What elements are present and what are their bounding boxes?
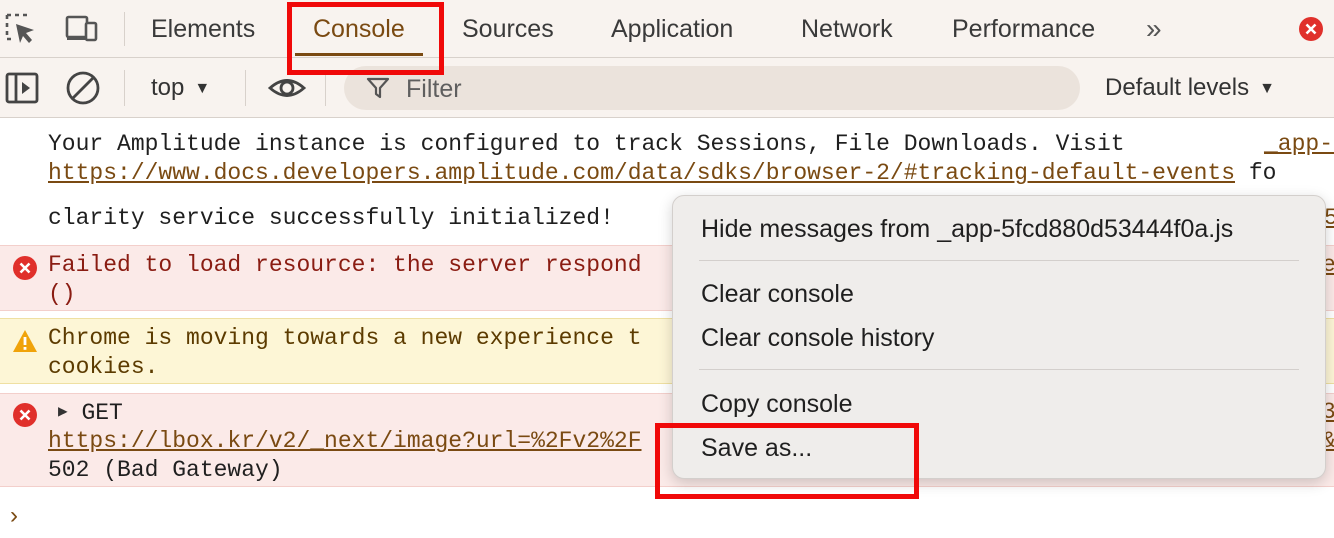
message-text: 502 (Bad Gateway) [48,457,283,483]
log-levels-label: Default levels [1105,74,1250,101]
expand-triangle-icon: ▶ [58,403,68,421]
message-text: clarity service successfully initialized… [48,205,614,231]
device-toolbar-icon[interactable] [64,12,98,46]
error-count-icon[interactable] [1298,16,1324,42]
clear-console-icon[interactable] [64,69,102,107]
context-selector[interactable]: top ▼ [151,72,210,105]
menu-item-clear-console-history[interactable]: Clear console history [701,322,934,354]
message-text-tail: fo [1248,160,1277,186]
log-levels-dropdown[interactable]: Default levels ▼ [1105,72,1275,105]
message-line: https://lbox.kr/v2/_next/image?url=%2Fv2… [48,427,642,456]
menu-item-hide-messages[interactable]: Hide messages from _app-5fcd880d53444f0a… [701,213,1233,245]
context-selector-label: top [151,74,185,101]
toolbar-separator [325,70,326,106]
error-icon [12,255,38,281]
message-expand-toggle[interactable]: ▶ GET [58,398,123,428]
console-toolbar: top ▼ Default levels ▼ [0,58,1334,118]
more-tabs-icon[interactable]: » [1146,14,1162,44]
tab-application[interactable]: Application [611,0,733,58]
sidebar-toggle-icon[interactable] [4,69,42,107]
menu-separator [699,369,1299,370]
inspect-element-icon[interactable] [4,12,38,46]
annotation-box-save-as [655,423,919,499]
annotation-box-console-tab [287,2,444,75]
message-text: () [48,281,76,307]
console-message: Your Amplitude instance is configured to… [0,118,1334,192]
message-text: Your Amplitude instance is configured to… [48,131,1125,157]
message-text: GET [81,400,123,426]
tabbar-separator [124,12,125,46]
tab-elements[interactable]: Elements [151,0,255,58]
filter-input[interactable] [404,70,1068,108]
devtools-tab-bar: Elements Console Sources Application Net… [0,0,1334,58]
filter-box[interactable] [344,66,1080,110]
message-text: Chrome is moving towards a new experienc… [48,325,642,351]
tab-sources[interactable]: Sources [462,0,554,58]
menu-separator [699,260,1299,261]
toolbar-separator [245,70,246,106]
tab-network[interactable]: Network [801,0,893,58]
message-link[interactable]: https://www.docs.developers.amplitude.co… [48,160,1235,186]
message-text: cookies. [48,354,159,380]
error-icon [12,402,38,428]
message-text: Failed to load resource: the server resp… [48,252,642,278]
message-link[interactable]: https://lbox.kr/v2/_next/image?url=%2Fv2… [48,428,642,454]
console-prompt-icon[interactable]: › [10,502,18,530]
toolbar-separator [124,70,125,106]
menu-item-copy-console[interactable]: Copy console [701,388,852,420]
caret-down-icon: ▼ [194,80,211,97]
tab-performance[interactable]: Performance [952,0,1095,58]
warning-icon [12,328,38,354]
caret-down-icon: ▼ [1259,80,1275,97]
menu-item-clear-console[interactable]: Clear console [701,278,854,310]
filter-icon [366,76,390,100]
message-line: https://www.docs.developers.amplitude.co… [48,159,1276,188]
message-source-link[interactable]: _app-5 [1264,130,1334,159]
